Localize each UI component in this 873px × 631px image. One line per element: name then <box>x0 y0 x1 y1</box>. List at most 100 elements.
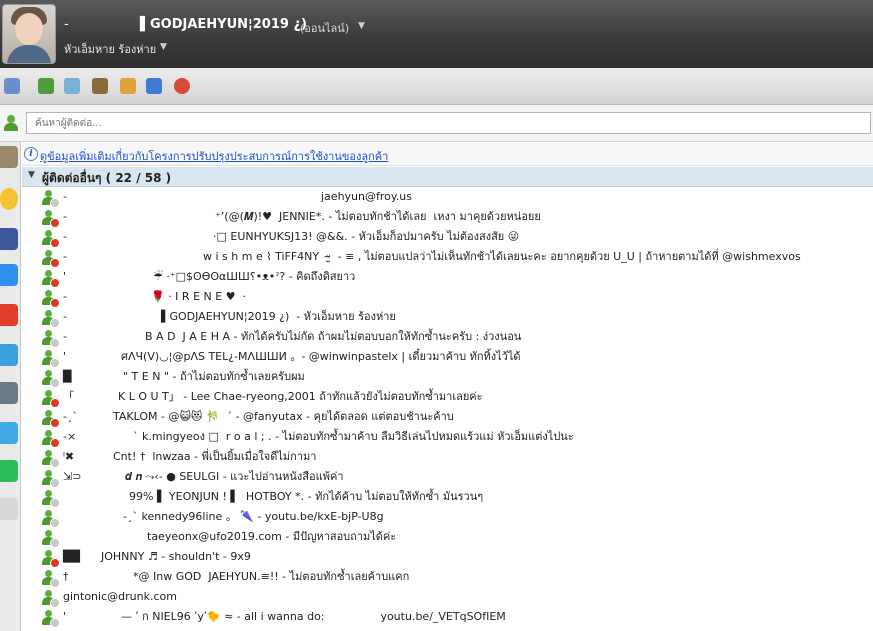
search-input[interactable] <box>26 112 871 134</box>
contact-row[interactable]: - jaehyun@froy.us <box>22 187 873 208</box>
person-icon <box>41 390 60 408</box>
contact-name: ·□ EUNHYUKSJ13! @&&. - หัวเอ็มก็อปมาครับ… <box>213 230 520 243</box>
contact-name: ☔ ·⁺□$ʘϴʘαШШ⸮•ᴥ•ˀ? - คิดถึงดิสยาว <box>153 270 356 283</box>
avatar-face <box>15 13 43 45</box>
snail-icon[interactable] <box>0 146 18 168</box>
person-icon <box>41 350 60 368</box>
info-link[interactable]: ดูข้อมูลเพิ่มเติมเกี่ยวกับโครงการปรับปรุ… <box>40 147 388 165</box>
contact-name: gintonic@drunk.com <box>63 590 177 603</box>
add-contact-icon[interactable] <box>2 114 20 132</box>
contact-row[interactable]: █ " T E N " - ถ้าไม่ตอบทักซ้ำเลยครับผม <box>22 367 873 388</box>
contact-name: 99% ▌ YEONJUN ! ▌ HOTBOY *. - ทักได้ค้าบ… <box>129 490 484 503</box>
apps-icon[interactable] <box>174 78 190 94</box>
contact-prefix: -× <box>63 430 77 443</box>
contact-row[interactable]: - ·□ EUNHYUKSJ13! @&&. - หัวเอ็มก็อปมาครั… <box>22 227 873 248</box>
photo-icon[interactable] <box>0 382 18 404</box>
contact-name: B A D J A E H A - ทักได้ครับไม่กัด ถ้าผม… <box>145 330 522 343</box>
person-icon <box>41 330 60 348</box>
youtube-icon[interactable] <box>0 304 18 326</box>
contact-row[interactable]: -¸` kennedy96line 。 🌂 - youtu.be/kxE-bjP… <box>22 507 873 528</box>
contact-prefix: ˡ✖ <box>63 450 75 463</box>
person-icon <box>41 290 60 308</box>
contact-name: 𝒅 𝒏 ⤳‹- ● SEULGI - แวะไปอ่านหนังสือแพ้ค่… <box>125 470 344 483</box>
contact-prefix: - <box>63 230 67 243</box>
person-icon <box>41 210 60 228</box>
weather-icon[interactable] <box>0 344 18 366</box>
search-bar <box>0 105 873 142</box>
contact-prefix: ' <box>63 610 67 623</box>
facebook-icon[interactable] <box>0 228 18 250</box>
group-header[interactable]: ▼ ผู้ติดต่ออื่นๆ ( 22 / 58 ) <box>22 167 873 187</box>
contact-name: JOHNNY ♬ - shouldn't - 9x9 <box>101 550 251 563</box>
group-title: ผู้ติดต่ออื่นๆ ( 22 / 58 ) <box>42 171 172 185</box>
twitter-icon[interactable] <box>0 422 18 444</box>
contact-row[interactable]: 99% ▌ YEONJUN ! ▌ HOTBOY *. - ทักได้ค้าบ… <box>22 487 873 508</box>
contact-prefix: - <box>63 310 67 323</box>
games-icon[interactable] <box>120 78 136 94</box>
contact-row[interactable]: - B A D J A E H A - ทักได้ครับไม่กัด ถ้าผ… <box>22 327 873 348</box>
person-icon <box>41 450 60 468</box>
contact-name: 🌹 · I R E N E ♥ · <box>151 290 247 303</box>
contact-row[interactable]: taeyeonx@ufo2019.com - มีปัญหาสอบถามได้ค… <box>22 527 873 548</box>
contact-name: w i s h m e ⌇ TiFF4NY ᵕ̴̫ - ≡ , ไม่ตอบแป… <box>203 250 801 263</box>
status-dropdown-icon[interactable]: ▼ <box>358 21 365 31</box>
contact-prefix: - <box>63 210 67 223</box>
contact-row[interactable]: gintonic@drunk.com <box>22 587 873 608</box>
messenger-icon[interactable] <box>0 264 18 286</box>
contact-prefix: █ <box>63 370 72 383</box>
person-icon <box>41 490 60 508</box>
smiley-icon[interactable] <box>0 188 18 210</box>
person-icon <box>41 530 60 548</box>
person-icon <box>41 250 60 268</box>
contact-row[interactable]: ' ☔ ·⁺□$ʘϴʘαШШ⸮•ᴥ•ˀ? - คิดถึงดิสยาว <box>22 267 873 288</box>
contact-prefix: ⇲⊃ <box>63 470 82 483</box>
status-label[interactable]: (ออนไลน์) <box>300 19 349 37</box>
ebay-icon[interactable] <box>0 498 18 520</box>
contact-name: *@ Inw GOD JAEHYUN.≡!! - ไม่ตอบทักซ้ำเลย… <box>133 570 410 583</box>
contact-name: taeyeonx@ufo2019.com - มีปัญหาสอบถามได้ค… <box>147 530 397 543</box>
contact-name: K L O U T」 - Lee Chae-ryeong,2001 ถ้าทัก… <box>118 390 483 403</box>
contact-row[interactable]: ' — ʹ ก NIEL96 ʹyʹ🐤 ≈ - all i wanna do: y… <box>22 607 873 628</box>
info-bar: i ดูข้อมูลเพิ่มเติมเกี่ยวกับโครงการปรับป… <box>22 143 873 166</box>
contact-row[interactable]: -× ` k.mingyeoง □ r o a l ; . - ไม่ตอบทัก… <box>22 427 873 448</box>
person-icon <box>41 190 60 208</box>
media-icon[interactable] <box>92 78 108 94</box>
personal-message[interactable]: หัวเอ็มหาย ร้องห่าย <box>64 40 156 58</box>
contact-prefix: - <box>63 330 67 343</box>
profile-header: - ▌GODJAEHYUN¦2019 ¿) (ออนไลน์) ▼ หัวเอ็… <box>0 0 873 68</box>
shield-icon[interactable] <box>146 78 162 94</box>
person-icon <box>41 410 60 428</box>
avatar[interactable] <box>2 4 56 64</box>
contact-prefix: - <box>63 290 67 303</box>
contact-prefix: ' <box>63 350 67 363</box>
contact-row[interactable]: - w i s h m e ⌇ TiFF4NY ᵕ̴̫ - ≡ , ไม่ตอบแ… <box>22 247 873 268</box>
contact-name: — ʹ ก NIEL96 ʹyʹ🐤 ≈ - all i wanna do: yo… <box>121 610 506 623</box>
person-icon <box>41 310 60 328</box>
contact-row[interactable]: 「 K L O U T」 - Lee Chae-ryeong,2001 ถ้าทั… <box>22 387 873 408</box>
contact-row[interactable]: † *@ Inw GOD JAEHYUN.≡!! - ไม่ตอบทักซ้ำเล… <box>22 567 873 588</box>
contact-row[interactable]: ██ JOHNNY ♬ - shouldn't - 9x9 <box>22 547 873 568</box>
contact-prefix: - <box>63 190 67 203</box>
contact-row[interactable]: - ▌GODJAEHYUN¦2019 ¿) - หัวเอ็มหาย ร้องห่… <box>22 307 873 328</box>
person-icon <box>41 510 60 528</box>
toolbar <box>0 68 873 105</box>
spotify-icon[interactable] <box>0 460 18 482</box>
contact-name: ศΛЧ(V)◡¦@pΛS TEL¿-MΛШШИ 。- @winwinpastel… <box>121 350 521 363</box>
person-icon <box>41 470 60 488</box>
message-dropdown-icon[interactable]: ▼ <box>160 42 167 52</box>
status-badge <box>50 618 60 628</box>
groups-icon[interactable] <box>64 78 80 94</box>
contact-row[interactable]: - ⁺’(@(𝑴)!♥ JENNIE*. - ไม่ตอบทักช้าได้เลย… <box>22 207 873 228</box>
contact-prefix: - <box>63 250 67 263</box>
person-icon <box>41 230 60 248</box>
contact-row[interactable]: -¸` TAKLOM - @😺😻 🎋 ´ - @fanyutax - คุยได้… <box>22 407 873 428</box>
contact-row[interactable]: ˡ✖ Cnt! † lnwzaa - พี่เป็นยิ้มเมื่อใจดีไม… <box>22 447 873 468</box>
mail-icon[interactable] <box>4 78 20 94</box>
contacts-icon[interactable] <box>38 78 54 94</box>
display-name[interactable]: ▌GODJAEHYUN¦2019 ¿) <box>140 17 307 32</box>
contact-name: TAKLOM - @😺😻 🎋 ´ - @fanyutax - คุยได้ตลอ… <box>113 410 454 423</box>
contact-row[interactable]: ⇲⊃ 𝒅 𝒏 ⤳‹- ● SEULGI - แวะไปอ่านหนังสือแพ้… <box>22 467 873 488</box>
contact-row[interactable]: - 🌹 · I R E N E ♥ · <box>22 287 873 308</box>
collapse-chevron-icon[interactable]: ▼ <box>28 170 35 180</box>
contact-row[interactable]: ' ศΛЧ(V)◡¦@pΛS TEL¿-MΛШШИ 。- @winwinpaste… <box>22 347 873 368</box>
